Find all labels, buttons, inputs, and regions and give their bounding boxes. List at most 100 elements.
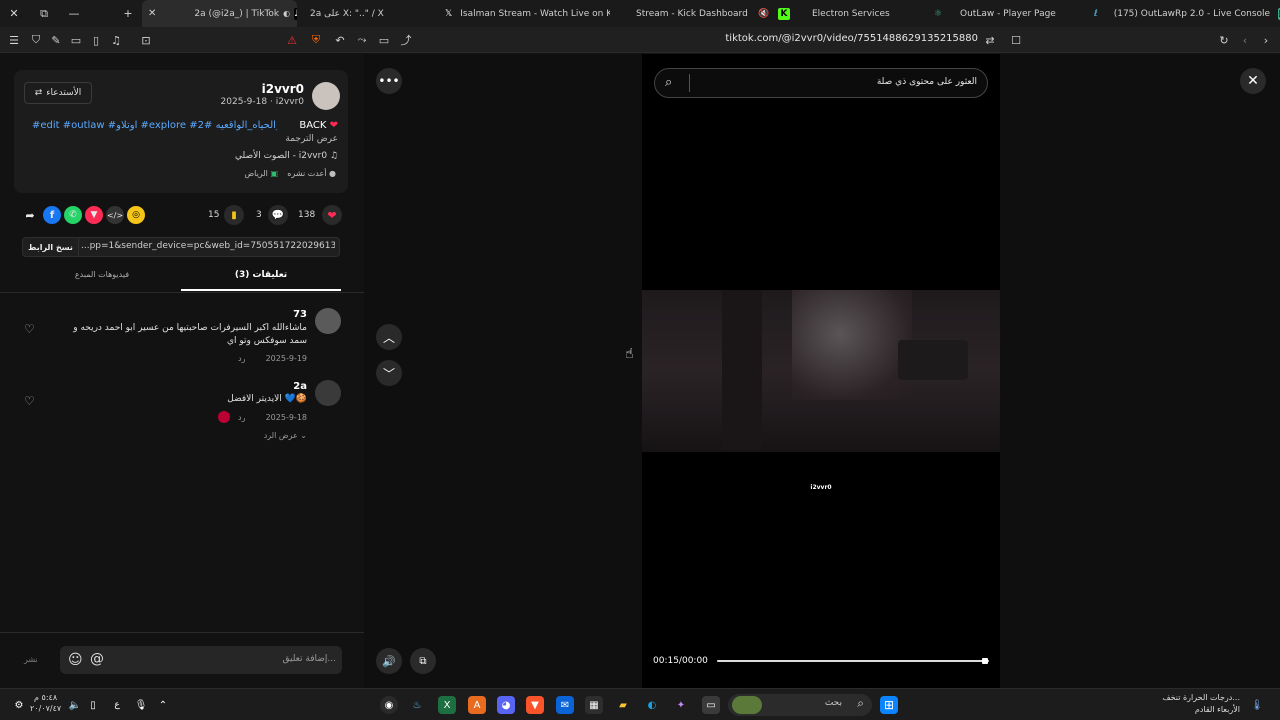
menu-icon[interactable]: ☰ bbox=[6, 32, 22, 48]
picture-in-picture-icon[interactable]: ⧉ bbox=[410, 648, 436, 674]
tab-creator-videos[interactable]: فيديوهات المبدع bbox=[22, 270, 182, 279]
comment-username[interactable]: 2a bbox=[293, 381, 307, 392]
translate-link[interactable]: عرض الترجمة bbox=[285, 134, 338, 144]
close-window-icon[interactable]: ✕ bbox=[2, 0, 26, 27]
tab-tiktok[interactable]: ✕ 2a (@i2a_) | TikTok ◐ ♪ bbox=[142, 0, 297, 27]
tab-outlaw-console[interactable]: ℓ (175) OutLawRp 2.0 - Live Console ▣ bbox=[1094, 0, 1280, 27]
share-page-icon[interactable]: ⇄ bbox=[982, 32, 998, 48]
reply-button[interactable]: رد bbox=[238, 413, 245, 422]
mention-icon[interactable]: @ bbox=[90, 651, 104, 667]
back-icon[interactable]: ↶ bbox=[332, 32, 348, 48]
tab-comments[interactable]: تعليقات (3) bbox=[181, 270, 341, 280]
follow-button[interactable]: ⇄ الأستدعاء bbox=[24, 82, 92, 104]
history-forward-icon[interactable]: › bbox=[1258, 32, 1274, 48]
close-video-icon[interactable]: ✕ bbox=[1240, 68, 1266, 94]
emoji-icon[interactable]: ☺ bbox=[68, 652, 83, 668]
comment-input[interactable]: إضافة تعليق... bbox=[282, 654, 336, 664]
comment-like-icon[interactable]: ♡ bbox=[24, 322, 35, 336]
whatsapp-icon[interactable]: ✆ bbox=[64, 206, 82, 224]
like-icon[interactable]: ❤ bbox=[322, 205, 342, 225]
history-back-icon[interactable]: ‹ bbox=[1237, 32, 1253, 48]
brave-icon[interactable]: ▼ bbox=[526, 696, 544, 714]
translate-icon[interactable]: ⤳ bbox=[354, 32, 370, 48]
mute-icon[interactable]: ◐ bbox=[283, 9, 290, 18]
gift-icon[interactable]: ◎ bbox=[127, 206, 145, 224]
task-view-icon[interactable]: ▭ bbox=[702, 696, 720, 714]
volume-icon[interactable]: 🔈 bbox=[66, 696, 84, 714]
location-row[interactable]: الرياض ▣ bbox=[244, 169, 278, 178]
tab-kick-dashboard[interactable]: Stream - Kick Dashboard bbox=[636, 0, 756, 27]
file-explorer-icon[interactable]: ▰ bbox=[614, 696, 632, 714]
rewrite-icon[interactable]: ⤴ bbox=[398, 32, 414, 48]
tab-actions-icon[interactable]: ⧉ bbox=[32, 0, 56, 27]
send-icon[interactable]: ▼ bbox=[85, 206, 103, 224]
facebook-icon[interactable]: f bbox=[43, 206, 61, 224]
start-icon[interactable]: ⊞ bbox=[880, 696, 898, 714]
copilot-icon[interactable]: ✦ bbox=[672, 696, 690, 714]
comment-username[interactable]: 73 bbox=[293, 309, 307, 320]
mail-icon[interactable]: ✉ bbox=[556, 696, 574, 714]
url-field[interactable]: tiktok.com/@i2vvr0/video/755148862913521… bbox=[700, 33, 978, 44]
music-icon[interactable]: ♫ bbox=[108, 32, 124, 48]
app-a-icon[interactable]: A bbox=[468, 696, 486, 714]
language-indicator[interactable]: ع bbox=[108, 696, 126, 714]
weather-widget[interactable]: درجات الحرارة تنخف... الأربعاء القادم bbox=[1150, 692, 1240, 716]
chevron-up-icon[interactable]: ⌃ bbox=[154, 696, 172, 714]
more-options-icon[interactable]: ••• bbox=[376, 68, 402, 94]
extensions-icon[interactable]: ✎ bbox=[48, 32, 64, 48]
bookmark-icon[interactable]: ▮ bbox=[224, 205, 244, 225]
share-link-text[interactable]: ...pp=1&sender_device=pc&web_id=75055172… bbox=[81, 241, 335, 251]
tab-outlaw-player[interactable]: ⚛ OutLaw - Player Page bbox=[932, 0, 1092, 27]
bookmark-icon[interactable]: ☐ bbox=[1008, 32, 1024, 48]
steam-icon[interactable]: ♨ bbox=[408, 696, 426, 714]
avatar[interactable] bbox=[312, 82, 340, 110]
avatar[interactable] bbox=[315, 308, 341, 334]
comment-like-icon[interactable]: ♡ bbox=[24, 394, 35, 408]
store-icon[interactable]: ▦ bbox=[585, 696, 603, 714]
video-progress-track[interactable] bbox=[717, 660, 989, 662]
minimize-icon[interactable]: — bbox=[62, 0, 86, 27]
tab-kick-stream[interactable]: 𝕏 Isalman Stream - Watch Live on Kick K bbox=[445, 0, 610, 27]
search-input[interactable]: العثور على محتوى ذي صلة bbox=[877, 77, 977, 87]
tab-x[interactable]: 2a على X: ".." / X bbox=[305, 0, 445, 27]
post-comment-button[interactable]: نشر bbox=[24, 655, 38, 664]
excel-icon[interactable]: X bbox=[438, 696, 456, 714]
author-username[interactable]: i2vvr0 bbox=[262, 82, 304, 96]
caption-hashtags[interactable]: #edit #outlaw #اوتلاو #explore #قرالد_ال… bbox=[32, 120, 277, 131]
reply-button[interactable]: رد bbox=[238, 354, 245, 363]
discord-icon[interactable]: ◕ bbox=[497, 696, 515, 714]
screenshot-icon[interactable]: ⊡ bbox=[138, 32, 154, 48]
sidebar-icon[interactable]: ▯ bbox=[88, 32, 104, 48]
embed-icon[interactable]: </> bbox=[106, 206, 124, 224]
shield-icon[interactable]: ⛉ bbox=[28, 32, 44, 48]
new-tab-icon[interactable]: + bbox=[116, 0, 140, 27]
notifications-icon[interactable]: ⚙ bbox=[10, 696, 28, 714]
brave-shield-icon[interactable]: ⛨ bbox=[308, 32, 324, 48]
progress-handle[interactable] bbox=[982, 658, 988, 664]
taskbar-search[interactable]: بحث ⌕ bbox=[728, 694, 872, 716]
clock[interactable]: ٥:٤٨ م ٢٠/٠٧/٤٧ bbox=[30, 692, 61, 714]
share-icon[interactable]: ➦ bbox=[22, 207, 38, 223]
reload-icon[interactable]: ↻ bbox=[1216, 32, 1232, 48]
mute-tab-icon[interactable]: 🔇 bbox=[758, 8, 770, 20]
tab-electron[interactable]: 🔇 K Electron Services bbox=[758, 0, 928, 27]
comment-input-box[interactable]: ☺ @ إضافة تعليق... bbox=[60, 646, 342, 674]
volume-icon[interactable]: 🔊 bbox=[376, 648, 402, 674]
edge-icon[interactable]: ◐ bbox=[643, 696, 661, 714]
cast-icon[interactable]: ▭ bbox=[376, 32, 392, 48]
tab-list-icon[interactable]: ▭ bbox=[68, 32, 84, 48]
network-icon[interactable]: ▯ bbox=[84, 696, 102, 714]
app-icon[interactable]: ◉ bbox=[380, 696, 398, 714]
avatar[interactable] bbox=[315, 380, 341, 406]
search-icon[interactable]: ⌕ bbox=[665, 75, 672, 90]
copy-link-button[interactable]: نسخ الرابط bbox=[23, 238, 79, 256]
previous-video-icon[interactable]: ︿ bbox=[376, 324, 402, 350]
related-search-bar[interactable]: ⌕ العثور على محتوى ذي صلة bbox=[654, 68, 988, 98]
sound-row[interactable]: الصوت الأصلي - i2vvr0 ♫ bbox=[235, 151, 338, 161]
next-video-icon[interactable]: ﹀ bbox=[376, 360, 402, 386]
comment-icon[interactable]: 💬 bbox=[268, 205, 288, 225]
close-tab-icon[interactable]: ✕ bbox=[148, 8, 156, 19]
view-replies[interactable]: عرض الرد ⌄ bbox=[264, 431, 307, 440]
microphone-icon[interactable]: 🎙 bbox=[132, 696, 150, 714]
adblock-icon[interactable]: ⚠ bbox=[284, 32, 300, 48]
